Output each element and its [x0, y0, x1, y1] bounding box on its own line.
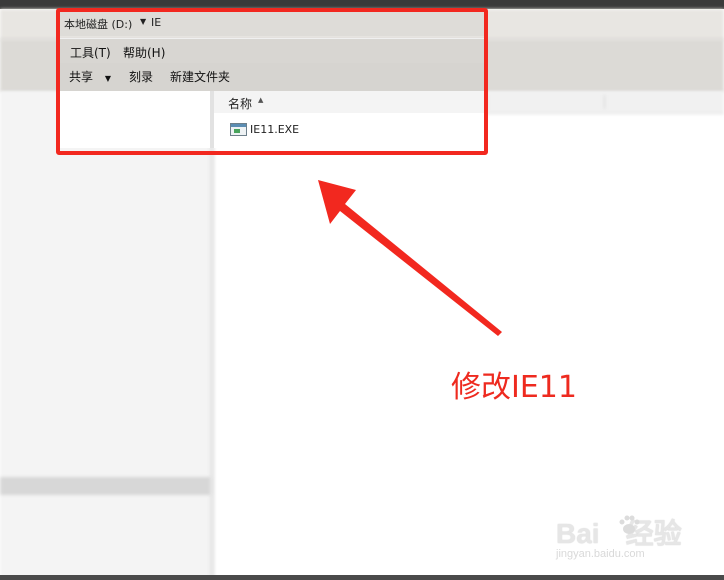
- background-column-type[interactable]: [604, 95, 719, 109]
- annotation-text: 修改IE11: [451, 370, 577, 405]
- background-column-headers: [486, 91, 724, 114]
- arrow-shape: [318, 180, 502, 336]
- pane-divider[interactable]: [210, 91, 214, 580]
- paw-icon: [619, 515, 640, 534]
- watermark-url: jingyan.baidu.com: [556, 548, 645, 560]
- background-column-date[interactable]: [486, 95, 601, 109]
- highlight-box: [56, 8, 488, 155]
- background-nav-selected-row: [0, 477, 212, 495]
- background-navigation-pane: [0, 91, 213, 580]
- bottom-edge: [0, 575, 724, 580]
- baidu-watermark: Bai 经验 jingyan.baidu.com: [556, 512, 716, 572]
